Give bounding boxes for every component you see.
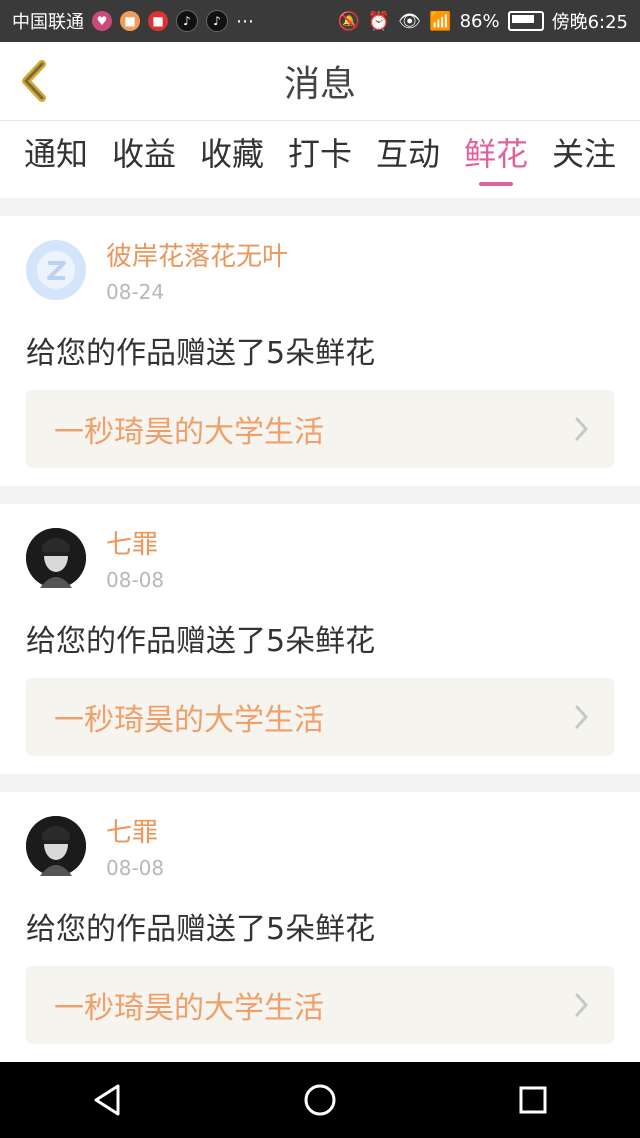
tab-earnings[interactable]: 收益 xyxy=(100,121,188,198)
wifi-icon: 📶 xyxy=(429,10,452,32)
message-text: 给您的作品赠送了5朵鲜花 xyxy=(26,624,376,659)
username[interactable]: 七罪 xyxy=(106,816,164,850)
work-title: 一秒琦昊的大学生活 xyxy=(54,703,324,738)
list-item: 彼岸花落花无叶 08-24 给您的作品赠送了5朵鲜花 一秒琦昊的大学生活 xyxy=(0,216,640,486)
user-photo-icon xyxy=(26,816,86,876)
mute-icon: 🔕 xyxy=(337,10,360,32)
battery-percent: 86% xyxy=(459,10,500,32)
work-link[interactable]: 一秒琦昊的大学生活 xyxy=(26,390,614,468)
clock-time: 傍晚6:25 xyxy=(551,12,628,33)
username[interactable]: 彼岸花落花无叶 xyxy=(106,240,288,274)
user-meta: 七罪 08-08 xyxy=(106,528,164,594)
user-photo-icon xyxy=(26,528,86,588)
status-bar: 中国联通 ♥ ■ ■ ♪ ♪ ⋯ 🔕 ⏰ 👁 📶 86% 傍晚6:25 xyxy=(0,0,640,42)
username[interactable]: 七罪 xyxy=(106,528,164,562)
square-recents-icon xyxy=(519,1086,547,1114)
header: 消息 xyxy=(0,42,640,121)
work-link[interactable]: 一秒琦昊的大学生活 xyxy=(26,966,614,1044)
message-text: 给您的作品赠送了5朵鲜花 xyxy=(26,336,376,371)
chevron-right-icon xyxy=(575,993,588,1017)
more-notifications-icon: ⋯ xyxy=(236,10,254,32)
tab-follow[interactable]: 关注 xyxy=(540,121,628,198)
nav-home-button[interactable] xyxy=(290,1070,350,1130)
app-icon: ■ xyxy=(148,11,168,31)
chevron-right-icon xyxy=(575,705,588,729)
status-right: 🔕 ⏰ 👁 📶 86% 傍晚6:25 xyxy=(337,8,628,34)
page-title: 消息 xyxy=(283,64,356,105)
carrier-label: 中国联通 xyxy=(12,12,84,33)
date: 08-08 xyxy=(106,856,165,880)
user-meta: 七罪 08-08 xyxy=(106,816,164,882)
tab-interaction[interactable]: 互动 xyxy=(364,121,452,198)
date: 08-08 xyxy=(106,568,165,592)
user-meta: 彼岸花落花无叶 08-24 xyxy=(106,240,288,306)
list-item: 七罪 08-08 给您的作品赠送了5朵鲜花 一秒琦昊的大学生活 xyxy=(0,504,640,774)
eye-icon: 👁 xyxy=(398,10,422,32)
card-header: 彼岸花落花无叶 08-24 xyxy=(26,240,614,306)
chevron-right-icon xyxy=(575,417,588,441)
tiktok-icon: ♪ xyxy=(176,10,198,32)
triangle-back-icon xyxy=(94,1084,120,1116)
nav-back-button[interactable] xyxy=(77,1070,137,1130)
avatar[interactable] xyxy=(26,816,86,876)
work-title: 一秒琦昊的大学生活 xyxy=(54,415,324,450)
date: 08-24 xyxy=(106,280,165,304)
work-link[interactable]: 一秒琦昊的大学生活 xyxy=(26,678,614,756)
circle-home-icon xyxy=(304,1084,336,1116)
tiktok-icon: ♪ xyxy=(206,10,228,32)
back-icon[interactable] xyxy=(18,58,54,104)
message-list: 彼岸花落花无叶 08-24 给您的作品赠送了5朵鲜花 一秒琦昊的大学生活 七罪 … xyxy=(0,198,640,1062)
system-nav-bar xyxy=(0,1062,640,1138)
list-item: 七罪 08-08 给您的作品赠送了5朵鲜花 一秒琦昊的大学生活 xyxy=(0,792,640,1062)
avatar[interactable] xyxy=(26,528,86,588)
tab-notice[interactable]: 通知 xyxy=(12,121,100,198)
heart-icon: ♥ xyxy=(92,11,112,31)
work-title: 一秒琦昊的大学生活 xyxy=(54,991,324,1026)
status-left: 中国联通 ♥ ■ ■ ♪ ♪ ⋯ xyxy=(12,8,254,34)
default-avatar-icon xyxy=(37,251,75,289)
tab-checkin[interactable]: 打卡 xyxy=(276,121,364,198)
alarm-icon: ⏰ xyxy=(367,10,391,32)
app-icon: ■ xyxy=(120,11,140,31)
tab-bar: 通知 收益 收藏 打卡 互动 鲜花 关注 xyxy=(0,121,640,198)
tab-flowers[interactable]: 鲜花 xyxy=(452,121,540,198)
battery-icon xyxy=(507,11,544,31)
nav-recents-button[interactable] xyxy=(503,1070,563,1130)
message-text: 给您的作品赠送了5朵鲜花 xyxy=(26,912,376,947)
card-header: 七罪 08-08 xyxy=(26,816,614,882)
tab-favorites[interactable]: 收藏 xyxy=(188,121,276,198)
avatar[interactable] xyxy=(26,240,86,300)
card-header: 七罪 08-08 xyxy=(26,528,614,594)
